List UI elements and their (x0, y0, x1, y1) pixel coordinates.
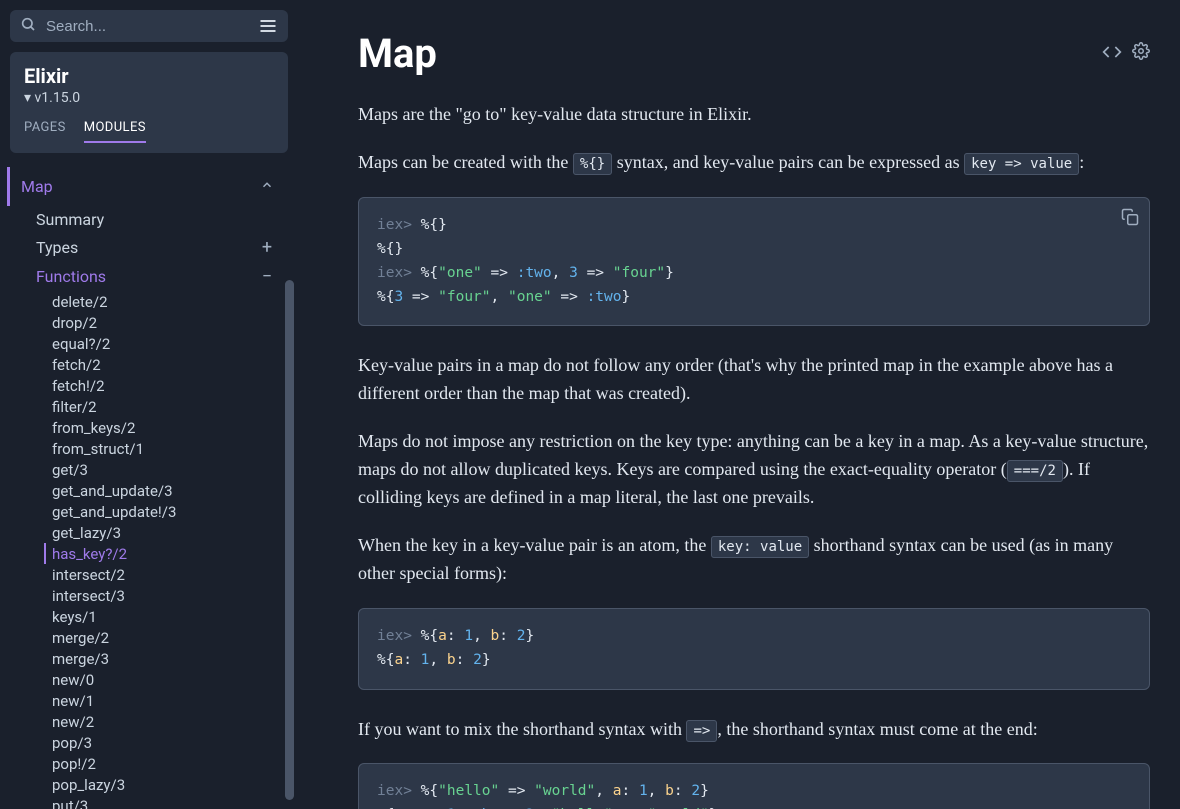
copy-icon[interactable] (1121, 208, 1139, 235)
tab-modules[interactable]: MODULES (84, 120, 146, 143)
nav-function-item[interactable]: put/3 (52, 795, 282, 809)
settings-icon[interactable] (1132, 42, 1150, 66)
paragraph: Maps are the "go to" key-value data stru… (358, 101, 1150, 129)
code-block: iex> %{a: 1, b: 2} %{a: 1, b: 2} (358, 608, 1150, 690)
view-source-icon[interactable] (1102, 42, 1122, 66)
nav-function-item[interactable]: keys/1 (52, 606, 282, 627)
nav-function-item[interactable]: from_struct/1 (52, 438, 282, 459)
project-name[interactable]: Elixir (24, 64, 274, 88)
menu-icon[interactable] (252, 16, 278, 36)
nav-function-item[interactable]: equal?/2 (52, 333, 282, 354)
nav-function-item[interactable]: intersect/3 (52, 585, 282, 606)
code-block: iex> %{"hello" => "world", a: 1, b: 2} %… (358, 763, 1150, 809)
nav-function-item[interactable]: merge/2 (52, 627, 282, 648)
minus-icon: − (260, 266, 274, 287)
search-icon (20, 16, 36, 36)
search-input[interactable] (46, 18, 252, 35)
paragraph: Maps do not impose any restriction on th… (358, 428, 1150, 512)
inline-code[interactable]: ===/2 (1007, 460, 1063, 482)
code-block: iex> %{} %{} iex> %{"one" => :two, 3 => … (358, 197, 1150, 327)
nav-module-map[interactable]: Map (7, 167, 282, 206)
nav-function-item[interactable]: new/0 (52, 669, 282, 690)
inline-code: key: value (711, 536, 809, 558)
nav-function-item[interactable]: pop/3 (52, 732, 282, 753)
nav-function-item[interactable]: pop_lazy/3 (52, 774, 282, 795)
nav-function-item[interactable]: get_and_update!/3 (52, 501, 282, 522)
nav-function-item[interactable]: new/2 (52, 711, 282, 732)
project-card: Elixir ▾ v1.15.0 PAGES MODULES (10, 52, 288, 153)
nav-function-item[interactable]: intersect/2 (52, 564, 282, 585)
nav-function-item[interactable]: pop!/2 (52, 753, 282, 774)
paragraph: If you want to mix the shorthand syntax … (358, 716, 1150, 744)
nav-function-item[interactable]: get_lazy/3 (52, 522, 282, 543)
inline-code: %{} (573, 153, 612, 175)
nav-function-item[interactable]: new/1 (52, 690, 282, 711)
nav-function-item[interactable]: delete/2 (52, 291, 282, 312)
function-list: delete/2drop/2equal?/2fetch/2fetch!/2fil… (16, 291, 282, 809)
content: Map Maps are the "go to" key-value data … (298, 0, 1180, 809)
page-title: Map (358, 30, 437, 77)
nav-tree: Map Summary Types + Functions − delete/2… (10, 161, 288, 809)
nav-function-item[interactable]: get/3 (52, 459, 282, 480)
nav-function-item[interactable]: fetch/2 (52, 354, 282, 375)
inline-code: => (686, 720, 717, 742)
nav-function-item[interactable]: fetch!/2 (52, 375, 282, 396)
paragraph: Maps can be created with the %{} syntax,… (358, 149, 1150, 177)
nav-function-item[interactable]: filter/2 (52, 396, 282, 417)
sidebar: Elixir ▾ v1.15.0 PAGES MODULES Map Summa… (0, 0, 298, 809)
inline-code: key => value (964, 153, 1079, 175)
search-bar (10, 10, 288, 42)
chevron-up-icon (260, 177, 274, 196)
nav-summary[interactable]: Summary (16, 206, 282, 233)
paragraph: When the key in a key-value pair is an a… (358, 532, 1150, 588)
nav-function-item[interactable]: drop/2 (52, 312, 282, 333)
nav-function-item[interactable]: from_keys/2 (52, 417, 282, 438)
plus-icon: + (260, 237, 274, 258)
nav-types[interactable]: Types + (16, 233, 282, 262)
nav-function-item[interactable]: merge/3 (52, 648, 282, 669)
nav-functions[interactable]: Functions − (16, 262, 282, 291)
nav-module-label: Map (21, 177, 53, 196)
nav-function-item[interactable]: get_and_update/3 (52, 480, 282, 501)
tab-pages[interactable]: PAGES (24, 120, 66, 143)
paragraph: Key-value pairs in a map do not follow a… (358, 352, 1150, 408)
nav-function-item[interactable]: has_key?/2 (44, 543, 282, 564)
nav-tabs: PAGES MODULES (24, 120, 274, 143)
project-version[interactable]: ▾ v1.15.0 (24, 90, 274, 106)
